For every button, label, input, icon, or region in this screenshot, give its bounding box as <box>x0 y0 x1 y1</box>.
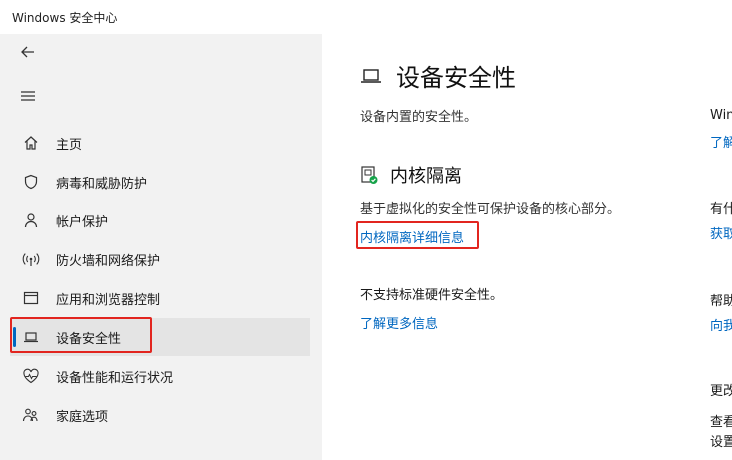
sidebar-item-home[interactable]: 主页 <box>10 124 310 162</box>
sidebar-item-device-performance[interactable]: 设备性能和运行状况 <box>10 357 310 395</box>
back-button[interactable] <box>12 38 44 66</box>
sidebar-item-label: 设备安全性 <box>56 331 122 347</box>
sidebar-item-device-security[interactable]: 设备安全性 <box>10 318 310 356</box>
learn-more-link[interactable]: 了解更多信息 <box>360 313 438 332</box>
core-isolation-details-link[interactable]: 内核隔离详细信息 <box>360 227 464 246</box>
sidebar-item-label: 家庭选项 <box>56 409 109 425</box>
main-content: 设备安全性 设备内置的安全性。 内核隔离 基于虚拟化的安全性可保护设备的核心部分… <box>322 34 732 460</box>
sidebar-item-label: 设备性能和运行状况 <box>56 370 174 386</box>
page-header: 设备安全性 <box>358 58 516 93</box>
right-panel-heading: 帮助 <box>710 294 732 309</box>
right-panel-text: 设置 <box>710 435 732 450</box>
sidebar-item-family-options[interactable]: 家庭选项 <box>10 396 310 434</box>
right-panel-link[interactable]: 向我 <box>710 315 732 334</box>
sidebar-item-account-protection[interactable]: 帐户保护 <box>10 201 310 239</box>
sidebar-item-label: 帐户保护 <box>56 214 109 230</box>
sidebar-item-firewall[interactable]: 防火墙和网络保护 <box>10 240 310 278</box>
laptop-icon <box>20 327 42 347</box>
core-isolation-icon <box>358 164 380 186</box>
right-panel-heading: 更改 <box>710 384 732 399</box>
sidebar-item-app-browser-control[interactable]: 应用和浏览器控制 <box>10 279 310 317</box>
right-panel-link[interactable]: 了解 <box>710 132 732 151</box>
core-isolation-description: 基于虚拟化的安全性可保护设备的核心部分。 <box>360 202 621 217</box>
home-icon <box>20 133 42 153</box>
page-subtitle: 设备内置的安全性。 <box>360 110 478 125</box>
core-isolation-title: 内核隔离 <box>390 166 462 187</box>
menu-button[interactable] <box>12 82 44 110</box>
right-panel-heading: 有什 <box>710 202 732 217</box>
hamburger-icon <box>21 91 35 101</box>
back-arrow-icon <box>21 46 34 58</box>
wifi-signal-icon <box>20 249 42 269</box>
right-panel-link[interactable]: 获取 <box>710 223 732 242</box>
page-title: 设备安全性 <box>396 64 516 92</box>
right-panel-text: 查看 <box>710 415 732 430</box>
sidebar-item-label: 防火墙和网络保护 <box>56 253 161 269</box>
shield-icon <box>20 172 42 192</box>
person-icon <box>20 210 42 230</box>
laptop-icon <box>358 63 384 89</box>
sidebar-item-virus-protection[interactable]: 病毒和威胁防护 <box>10 163 310 201</box>
title-bar: Windows 安全中心 <box>0 0 732 34</box>
hardware-security-status: 不支持标准硬件安全性。 <box>360 288 504 303</box>
window-title: Windows 安全中心 <box>12 11 118 25</box>
sidebar-item-label: 主页 <box>56 137 83 153</box>
family-icon <box>20 405 42 425</box>
core-isolation-header: 内核隔离 <box>358 162 462 188</box>
heart-icon <box>20 366 42 386</box>
app-window-icon <box>20 288 42 308</box>
sidebar-item-label: 病毒和威胁防护 <box>56 176 148 192</box>
sidebar: 主页 病毒和威胁防护 帐户保护 防火墙和网络保护 应用和浏览器控制 设备安全性 <box>0 34 322 460</box>
right-panel-heading: Win <box>710 108 732 123</box>
sidebar-item-label: 应用和浏览器控制 <box>56 292 161 308</box>
